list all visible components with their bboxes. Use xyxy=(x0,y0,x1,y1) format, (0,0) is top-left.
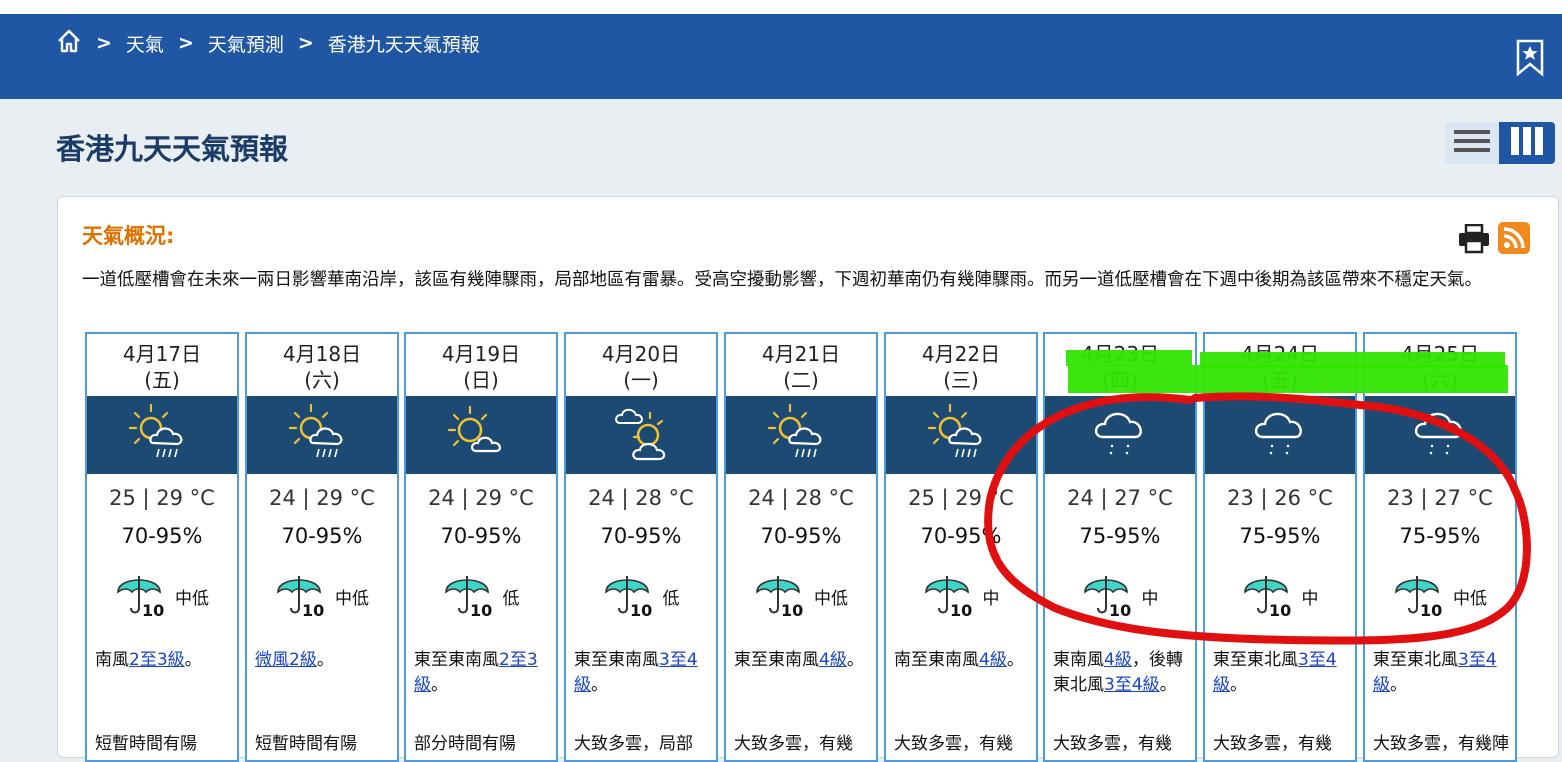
red-circle-annotation xyxy=(984,392,1531,645)
